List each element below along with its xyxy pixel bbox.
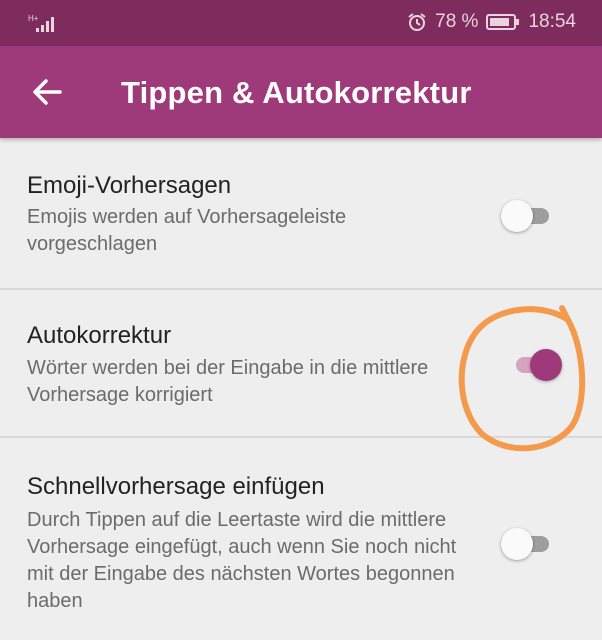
setting-emoji-predictions[interactable]: Emoji-Vorhersagen Emojis werden auf Vorh… (0, 138, 602, 288)
toggle-thumb (501, 200, 533, 232)
alarm-icon (408, 13, 426, 31)
arrow-left-icon (33, 79, 62, 105)
status-bar: H+ 78 % 18:54 (0, 0, 602, 46)
back-button[interactable] (26, 70, 70, 114)
setting-title: Schnellvorhersage einfügen (27, 473, 325, 500)
toggle-thumb (501, 528, 533, 560)
signal-icon: H+ (28, 14, 54, 32)
toggle-thumb (530, 349, 562, 381)
setting-subtitle: Wörter werden bei der Eingabe in die mit… (27, 357, 429, 406)
svg-text:H+: H+ (28, 14, 39, 23)
setting-title: Autokorrektur (27, 322, 172, 349)
clock: 18:54 (528, 11, 576, 32)
setting-autocorrect[interactable]: Autokorrektur Wörter werden bei der Eing… (0, 290, 602, 438)
quick-prediction-toggle[interactable] (501, 524, 555, 564)
page-title: Tippen & Autokorrektur (121, 75, 472, 110)
emoji-predictions-toggle[interactable] (501, 196, 555, 236)
setting-title: Emoji-Vorhersagen (27, 172, 232, 199)
battery-percent: 78 % (435, 11, 479, 32)
setting-subtitle: Emojis werden auf Vorhersageleiste vorge… (27, 206, 347, 255)
autocorrect-toggle[interactable] (508, 345, 562, 385)
app-bar: Tippen & Autokorrektur (0, 46, 602, 138)
setting-quick-prediction[interactable]: Schnellvorhersage einfügen Durch Tippen … (0, 438, 602, 640)
setting-subtitle: Durch Tippen auf die Leertaste wird die … (27, 509, 457, 612)
battery-icon (486, 14, 520, 30)
